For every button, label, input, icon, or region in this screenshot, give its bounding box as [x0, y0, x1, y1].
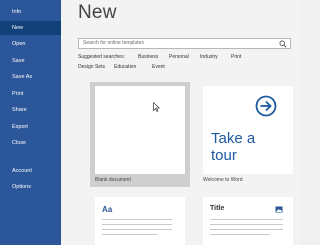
nav-open-label: Open — [12, 41, 26, 47]
nav-save-label: Save — [12, 58, 25, 64]
template-welcome-to-word[interactable]: Take a tour Welcome to Word — [201, 82, 296, 187]
tour-text: tour — [211, 147, 237, 164]
suggested-link-industry[interactable]: Industry — [200, 54, 218, 60]
arrow-right-circle-icon — [255, 95, 277, 117]
nav-account-label: Account — [12, 168, 32, 174]
welcome-preview: Take a tour — [203, 86, 293, 174]
text-line — [102, 219, 172, 220]
title-glyph: Title — [210, 205, 225, 212]
nav-close-label: Close — [12, 140, 27, 146]
nav-share[interactable]: Share — [0, 103, 61, 117]
template-title[interactable]: Title — [203, 197, 293, 245]
text-line — [102, 234, 157, 235]
text-line — [102, 224, 172, 225]
nav-print[interactable]: Print — [0, 87, 61, 101]
suggested-link-print[interactable]: Print — [231, 54, 241, 60]
nav-close[interactable]: Close — [0, 136, 61, 150]
take-a-text: Take a — [211, 130, 256, 147]
nav-info[interactable]: Info — [0, 5, 61, 19]
aa-glyph: Aa — [102, 205, 113, 214]
nav-options-label: Options — [12, 184, 31, 190]
text-line — [102, 229, 172, 230]
text-line — [210, 224, 283, 225]
text-line — [210, 229, 283, 230]
search-icon[interactable] — [279, 40, 287, 48]
nav-options[interactable]: Options — [0, 180, 61, 194]
nav-save[interactable]: Save — [0, 54, 61, 68]
template-label-blank-document: Blank document — [95, 177, 131, 183]
nav-save-as[interactable]: Save As — [0, 70, 61, 84]
main-panel: New Search for online templates Suggeste… — [61, 0, 300, 245]
template-blank-document[interactable]: Blank document — [90, 82, 190, 187]
mouse-cursor-icon — [153, 102, 160, 112]
nav-new[interactable]: New — [0, 21, 61, 35]
nav-info-label: Info — [12, 9, 22, 15]
blank-document-preview — [95, 86, 185, 174]
nav-save-as-label: Save As — [12, 74, 33, 80]
nav-export-label: Export — [12, 124, 28, 130]
search-input[interactable]: Search for online templates — [78, 38, 291, 49]
nav-export[interactable]: Export — [0, 120, 61, 134]
nav-print-label: Print — [12, 91, 24, 97]
template-label-welcome-to-word: Welcome to Word — [203, 177, 243, 183]
text-line — [210, 234, 270, 235]
template-aa[interactable]: Aa — [95, 197, 185, 245]
image-icon — [275, 206, 283, 213]
nav-share-label: Share — [12, 107, 27, 113]
suggested-searches-label: Suggested searches: — [78, 54, 125, 60]
nav-account[interactable]: Account — [0, 164, 61, 178]
backstage-sidebar: Info New Open Save Save As Print Share E… — [0, 0, 61, 245]
search-placeholder: Search for online templates — [83, 40, 144, 46]
nav-open[interactable]: Open — [0, 37, 61, 51]
suggested-link-education[interactable]: Education — [114, 64, 136, 70]
suggested-link-design-sets[interactable]: Design Sets — [78, 64, 105, 70]
page-title: New — [78, 2, 117, 23]
suggested-link-business[interactable]: Business — [138, 54, 158, 60]
suggested-link-event[interactable]: Event — [152, 64, 165, 70]
text-line — [210, 219, 283, 220]
suggested-link-personal[interactable]: Personal — [169, 54, 189, 60]
nav-new-label: New — [12, 25, 24, 31]
